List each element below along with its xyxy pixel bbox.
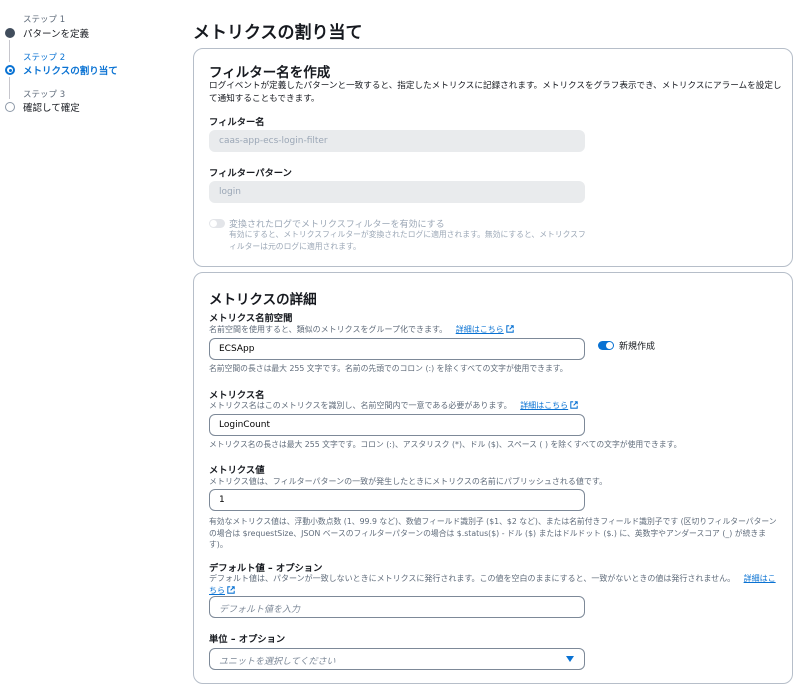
step-3-pending-indicator — [5, 102, 15, 112]
default-value-description: デフォルト値は、パターンが一致しないときにメトリクスに発行されます。この値を空白… — [209, 573, 784, 596]
filter-section-description: ログイベントが定義したパターンと一致すると、指定したメトリクスに記録されます。メ… — [209, 81, 782, 104]
external-link-icon — [570, 401, 578, 409]
step-1-done-indicator — [5, 28, 15, 38]
filter-pattern-label: フィルターパターン — [209, 168, 292, 179]
metric-value-constraint: 有効なメトリクス値は、浮動小数点数 (1、99.9 など)、数値フィールド識別子… — [209, 517, 777, 549]
metric-name-label: メトリクス名 — [209, 390, 265, 401]
default-learn-more-link[interactable]: 詳細はこ — [744, 574, 776, 583]
unit-label: 単位 – オプション — [209, 634, 286, 645]
unit-select-placeholder: ユニットを選択してください — [219, 657, 336, 667]
external-link-icon — [227, 585, 235, 594]
metric-name-description: メトリクス名はこのメトリクスを識別し、名前空間内で一意である必要があります。 詳… — [209, 400, 578, 412]
filter-section-title: フィルター名を作成 — [209, 65, 331, 81]
default-value-label: デフォルト値 – オプション — [209, 563, 323, 574]
filter-pattern-field: login — [209, 181, 585, 203]
default-learn-more-link-cont[interactable]: ちら — [209, 586, 225, 595]
metric-value-description: メトリクス値は、フィルターパターンの一致が発生したときにメトリクスの名前にパブリ… — [209, 477, 608, 486]
metrics-details-container: メトリクスの詳細 メトリクス名前空間 名前空間を使用すると、類似のメトリクスをグ… — [193, 272, 793, 684]
namespace-learn-more-link[interactable]: 詳細はこちら — [456, 325, 504, 334]
filter-name-field: caas-app-ecs-login-filter — [209, 130, 585, 152]
transform-logs-toggle[interactable] — [209, 219, 225, 228]
toggle-knob — [210, 220, 217, 227]
metrics-section-title: メトリクスの詳細 — [209, 292, 317, 308]
step-1-label: パターンを定義 — [23, 29, 90, 40]
page-title: メトリクスの割り当て — [193, 23, 363, 43]
unit-select[interactable]: ユニットを選択してください — [209, 648, 585, 670]
metric-name-constraint: メトリクス名の長さは最大 255 文字です。コロン (:)、アスタリスク (*)… — [209, 440, 682, 449]
external-link-icon — [505, 325, 514, 333]
transform-toggle-description: 有効にすると、メトリクスフィルターが変換されたログに適用されます。無効にすると、… — [229, 230, 586, 251]
filter-name-container: フィルター名を作成 ログイベントが定義したパターンと一致すると、指定したメトリク… — [193, 48, 793, 267]
step-connector — [9, 40, 10, 62]
namespace-description-text: 名前空間を使用すると、類似のメトリクスをグループ化できます。 — [209, 325, 448, 334]
default-value-description-text: デフォルト値は、パターンが一致しないときにメトリクスに発行されます。この値を空白… — [209, 574, 736, 583]
step-2-current-indicator — [5, 65, 15, 75]
step-2-label: メトリクスの割り当て — [23, 66, 118, 77]
namespace-label: メトリクス名前空間 — [209, 313, 293, 324]
namespace-constraint: 名前空間の長さは最大 255 文字です。名前の先頭でのコロン (:) を除くすべ… — [209, 364, 568, 373]
default-value-input[interactable]: デフォルト値を入力 — [209, 596, 585, 618]
metric-name-learn-more-link[interactable]: 詳細はこちら — [520, 401, 568, 410]
caret-down-icon — [566, 656, 574, 662]
metric-value-input[interactable]: 1 — [209, 489, 585, 511]
step-2-number: ステップ 2 — [23, 53, 66, 63]
step-3-label: 確認して確定 — [23, 103, 80, 114]
metric-name-input[interactable]: LoginCount — [209, 414, 585, 436]
step-3-number: ステップ 3 — [23, 90, 66, 100]
step-1-number: ステップ 1 — [23, 15, 66, 25]
step-connector — [9, 77, 10, 99]
metric-value-label: メトリクス値 — [209, 465, 265, 476]
metric-name-description-text: メトリクス名はこのメトリクスを識別し、名前空間内で一意である必要があります。 — [209, 401, 512, 410]
namespace-input[interactable]: ECSApp — [209, 338, 585, 360]
new-create-toggle[interactable] — [598, 341, 614, 350]
new-create-label: 新規作成 — [619, 342, 656, 352]
filter-name-label: フィルター名 — [209, 117, 265, 128]
toggle-knob — [606, 342, 613, 349]
namespace-description: 名前空間を使用すると、類似のメトリクスをグループ化できます。 詳細はこちら — [209, 324, 514, 336]
